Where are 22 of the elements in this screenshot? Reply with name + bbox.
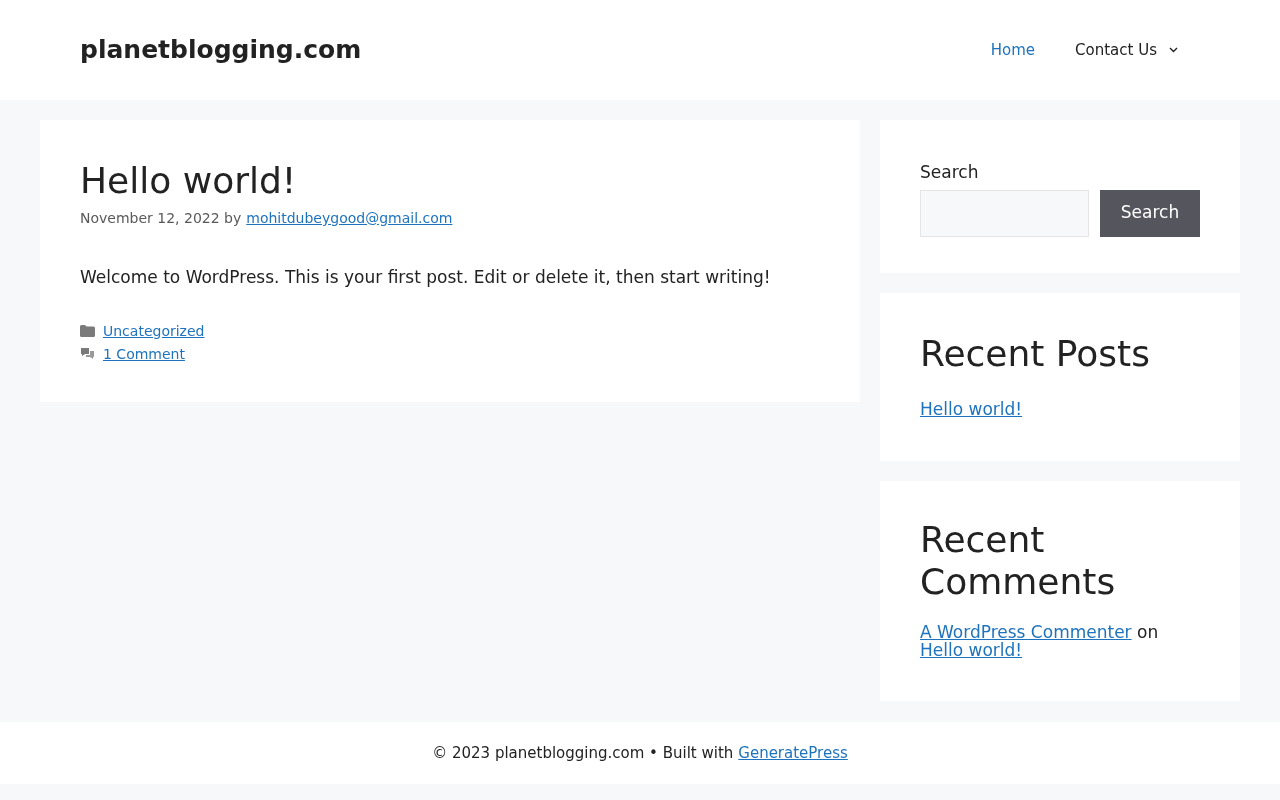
commenter-link[interactable]: A WordPress Commenter xyxy=(920,622,1132,642)
nav-link[interactable]: Home xyxy=(990,38,1036,62)
category-link[interactable]: Uncategorized xyxy=(103,320,205,342)
post-title[interactable]: Hello world! xyxy=(80,158,820,204)
comments-icon xyxy=(80,347,95,361)
nav-link[interactable]: Contact Us xyxy=(1075,38,1178,62)
site-title[interactable]: planetblogging.com xyxy=(80,31,362,69)
post-link[interactable]: Hello world! xyxy=(920,640,1023,660)
recent-comment: A WordPress Commenter on Hello world! xyxy=(920,623,1160,659)
footer-link[interactable]: GeneratePress xyxy=(738,741,848,765)
post-meta: November 12, 2022 by xyxy=(80,209,242,228)
footer-text: © 2023 planetblogging.com • Built with xyxy=(432,742,734,764)
search-button[interactable]: Search xyxy=(1100,189,1200,237)
post-body: Welcome to WordPress. This is your first post. Edit or delete it, then start writing! xyxy=(80,266,772,289)
search-field[interactable] xyxy=(920,189,1089,237)
recent-post-link[interactable]: Hello world! xyxy=(920,397,1200,423)
folder-icon xyxy=(80,325,95,337)
widget-title: Recent Comments xyxy=(920,519,1117,603)
search-label: Search xyxy=(920,161,980,184)
author-link[interactable]: mohitdubeygood@gmail.com xyxy=(246,208,453,229)
comments-link[interactable]: 1 Comment xyxy=(103,343,185,365)
widget-title: Recent Posts xyxy=(920,332,1151,376)
